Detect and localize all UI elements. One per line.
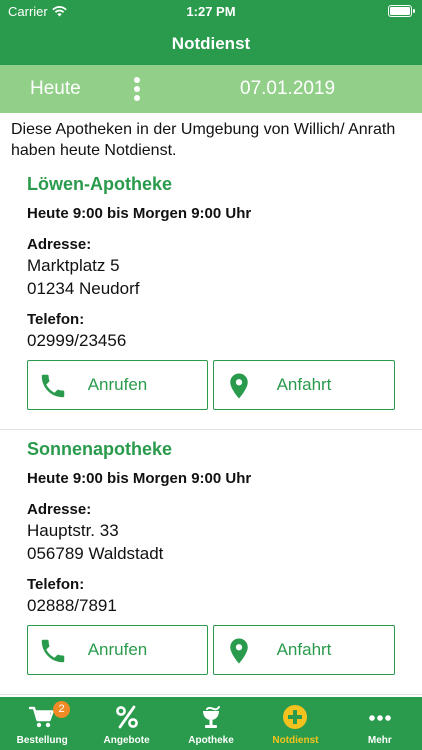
phone-number: 02888/7891 bbox=[27, 596, 117, 615]
tab-label: Bestellung bbox=[16, 735, 68, 746]
directions-button[interactable]: Anfahrt bbox=[213, 360, 395, 410]
directions-button[interactable]: Anfahrt bbox=[213, 625, 395, 675]
tab-notdienst[interactable]: Notdienst bbox=[253, 697, 337, 750]
pharmacy-name: Sonnenapotheke bbox=[27, 439, 173, 459]
pharmacy-icon bbox=[203, 706, 221, 728]
cart-badge: 2 bbox=[53, 701, 70, 718]
directions-button-label: Anfahrt bbox=[276, 375, 332, 394]
battery-icon bbox=[388, 5, 415, 17]
opening-hours: Heute 9:00 bis Morgen 9:00 Uhr bbox=[27, 470, 252, 487]
status-bar: Carrier 1:27 PM bbox=[0, 0, 422, 22]
phone-label: Telefon: bbox=[27, 576, 85, 593]
directions-button-label: Anfahrt bbox=[276, 640, 332, 659]
date-label: 07.01.2019 bbox=[240, 78, 336, 99]
phone-label: Telefon: bbox=[27, 311, 85, 328]
percent-icon bbox=[115, 705, 138, 729]
address-street: Hauptstr. 33 bbox=[27, 521, 119, 540]
page-title: Notdienst bbox=[0, 22, 422, 65]
opening-hours: Heute 9:00 bis Morgen 9:00 Uhr bbox=[27, 205, 252, 222]
more-icon bbox=[369, 715, 391, 721]
plus-circle-icon bbox=[283, 705, 308, 729]
divider bbox=[0, 429, 422, 430]
tab-label: Mehr bbox=[367, 735, 392, 746]
date-bar: Heute 07.01.2019 bbox=[0, 65, 422, 113]
call-button[interactable]: Anrufen bbox=[27, 360, 208, 410]
address-label: Adresse: bbox=[27, 236, 92, 253]
pharmacy-name: Löwen-Apotheke bbox=[27, 174, 173, 194]
phone-number: 02999/23456 bbox=[27, 331, 127, 350]
tab-bar: 2 Bestellung Angebote Apotheke Notdienst bbox=[0, 697, 422, 750]
tab-mehr[interactable]: Mehr bbox=[338, 697, 422, 750]
tab-bestellung[interactable]: 2 Bestellung bbox=[0, 697, 84, 750]
address-city: 01234 Neudorf bbox=[27, 279, 140, 298]
intro-text: Diese Apotheken in der Umgebung von Will… bbox=[11, 121, 396, 159]
tab-label: Notdienst bbox=[272, 735, 319, 746]
address-city: 056789 Waldstadt bbox=[27, 544, 164, 563]
cart-icon bbox=[29, 706, 54, 728]
tab-angebote[interactable]: Angebote bbox=[84, 697, 168, 750]
call-button[interactable]: Anrufen bbox=[27, 625, 208, 675]
status-time: 1:27 PM bbox=[186, 4, 236, 19]
call-button-label: Anrufen bbox=[87, 375, 148, 394]
call-button-label: Anrufen bbox=[87, 640, 148, 659]
tab-apotheke[interactable]: Apotheke bbox=[169, 697, 253, 750]
divider bbox=[0, 694, 422, 695]
tab-label: Apotheke bbox=[188, 735, 234, 746]
more-options-icon[interactable] bbox=[133, 77, 141, 101]
tab-label: Angebote bbox=[103, 735, 150, 746]
address-street: Marktplatz 5 bbox=[27, 256, 120, 275]
address-label: Adresse: bbox=[27, 501, 92, 518]
day-label: Heute bbox=[30, 78, 81, 99]
